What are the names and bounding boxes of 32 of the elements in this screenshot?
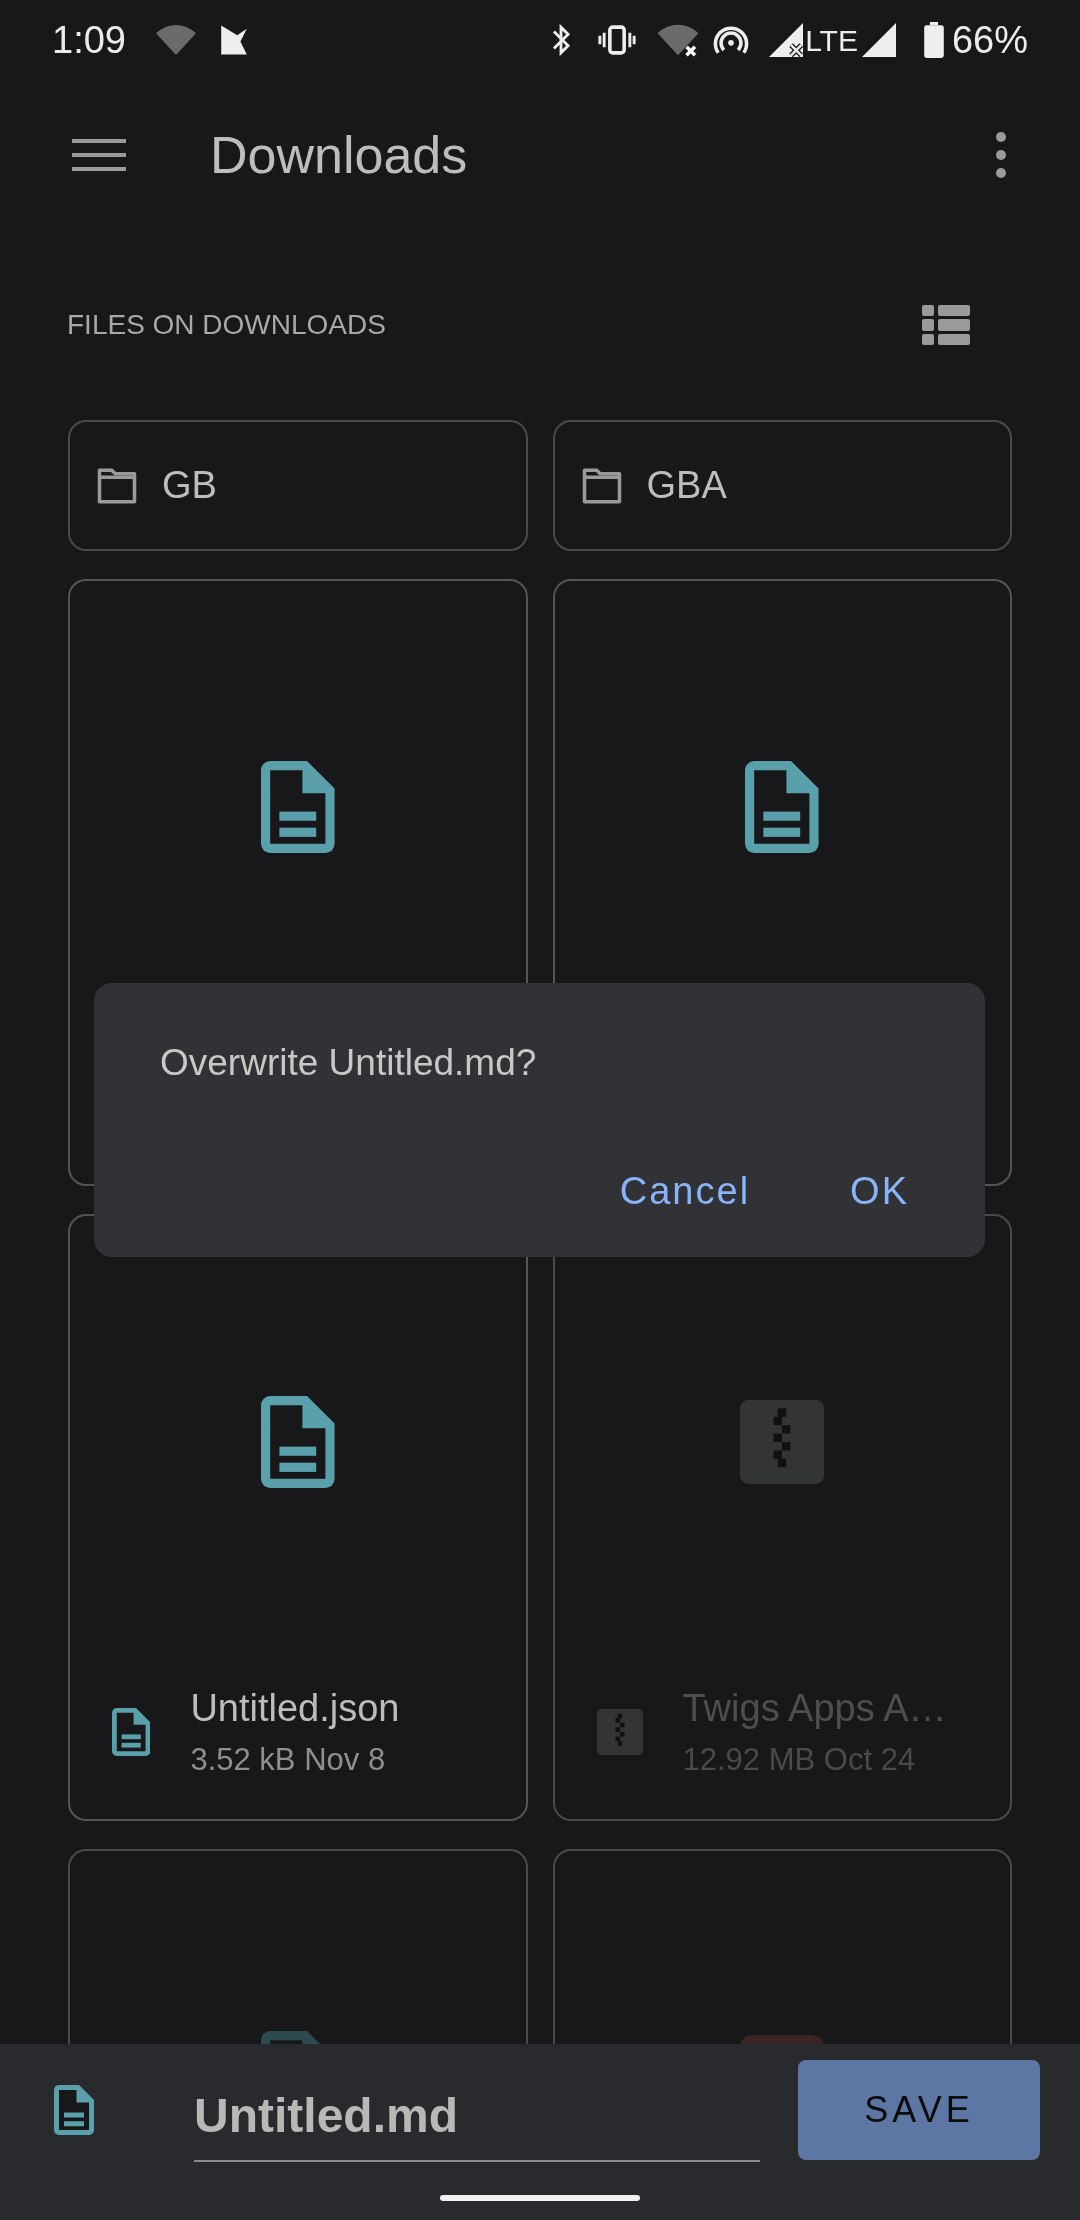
- folder-card[interactable]: GBA: [552, 420, 1012, 551]
- section-header: FILES ON DOWNLOADS: [67, 308, 387, 342]
- clock: 1:09: [52, 17, 126, 63]
- small-archive-icon: [596, 1709, 643, 1755]
- folder-name: GBA: [646, 463, 727, 508]
- list-view-icon[interactable]: [922, 305, 970, 345]
- file-icon: [260, 1395, 335, 1488]
- folder-card[interactable]: GB: [68, 420, 528, 551]
- file-details: 3.52 kB Nov 8: [190, 1741, 387, 1780]
- network-type-label: LTE: [805, 22, 858, 59]
- battery-icon: [923, 22, 944, 58]
- document-icon: [54, 2085, 94, 2135]
- small-file-icon: [112, 1708, 151, 1756]
- more-options-button[interactable]: [994, 132, 1008, 178]
- folder-name: GB: [162, 463, 217, 508]
- archive-icon: [740, 1399, 825, 1484]
- folder-icon: [96, 467, 138, 504]
- vibrate-icon: [597, 24, 638, 56]
- battery-percentage: 66%: [951, 17, 1028, 63]
- wifi-unknown-icon: [155, 23, 196, 57]
- file-icon: [260, 760, 335, 853]
- wifi-off-icon: [657, 23, 700, 57]
- filename-field[interactable]: Untitled.md: [194, 2072, 760, 2162]
- signal-off-icon: [769, 23, 804, 57]
- save-button[interactable]: SAVE: [798, 2060, 1040, 2160]
- filename-input[interactable]: Untitled.md: [194, 2080, 760, 2152]
- file-icon: [745, 760, 820, 853]
- signal-icon: [861, 23, 896, 57]
- app-title: Downloads: [210, 125, 469, 186]
- dialog-message: Overwrite Untitled.md?: [160, 1041, 538, 1085]
- file-name: Untitled.json: [190, 1686, 400, 1732]
- folder-icon: [580, 467, 623, 504]
